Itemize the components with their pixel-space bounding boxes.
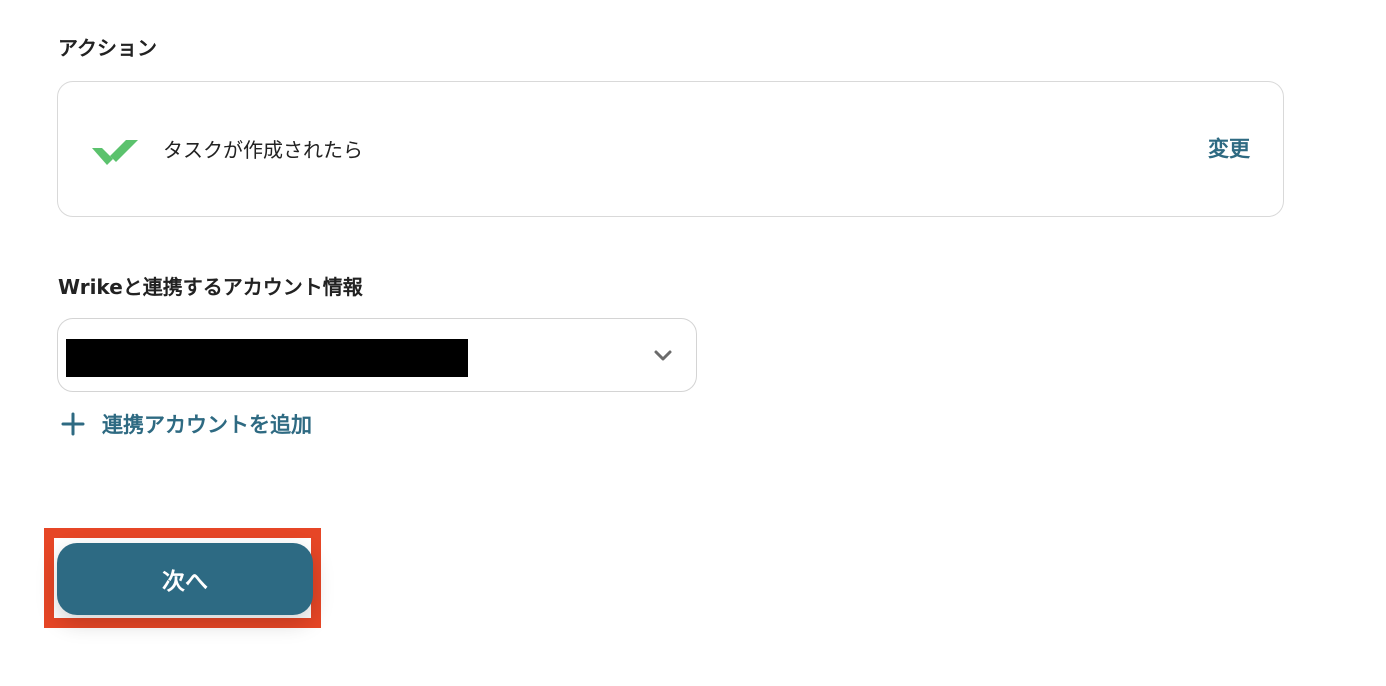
account-section-title: Wrikeと連携するアカウント情報 xyxy=(58,275,363,299)
account-select[interactable] xyxy=(57,318,697,392)
wrike-check-icon xyxy=(92,140,138,165)
next-button[interactable]: 次へ xyxy=(57,543,313,615)
redacted-account-value xyxy=(66,339,468,377)
chevron-down-icon xyxy=(654,350,672,361)
action-section-title: アクション xyxy=(58,36,157,60)
add-account-link[interactable]: 連携アカウントを追加 xyxy=(60,409,312,439)
add-account-label: 連携アカウントを追加 xyxy=(102,413,312,437)
plus-icon xyxy=(61,412,85,436)
action-card: タスクが作成されたら 変更 xyxy=(57,81,1284,217)
change-button[interactable]: 変更 xyxy=(1208,137,1250,162)
trigger-label: タスクが作成されたら xyxy=(163,138,363,162)
